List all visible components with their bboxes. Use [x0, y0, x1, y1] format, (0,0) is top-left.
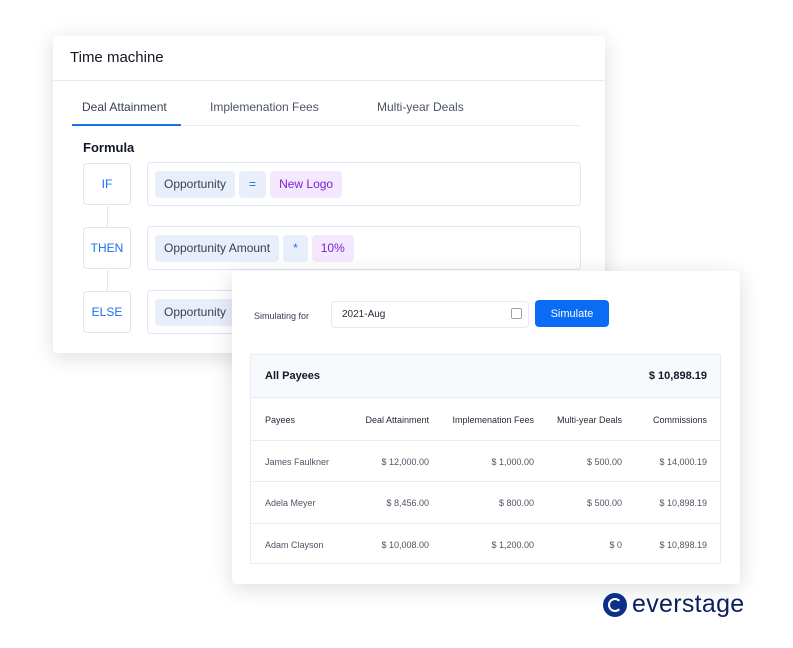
all-payees-total: $ 10,898.19 — [648, 370, 707, 382]
cell: $ 1,000.00 — [491, 456, 534, 467]
all-payees-label: All Payees — [265, 370, 321, 382]
cell: $ 800.00 — [498, 498, 534, 508]
everstage-logo-icon — [603, 592, 627, 617]
cell: $ 8,456.00 — [386, 498, 429, 508]
active-tab-indicator — [72, 124, 181, 126]
if-expression[interactable]: Opportunity = New Logo — [147, 162, 581, 206]
simulation-panel: Simulating for 2021-Aug Simulate All Pay… — [232, 271, 740, 584]
operator-chip[interactable]: * — [283, 234, 308, 262]
cell: $ 10,898.19 — [659, 498, 707, 508]
everstage-logo: everstage — [603, 592, 745, 617]
column-header: Commissions — [652, 414, 707, 425]
column-header: Payees — [265, 414, 296, 425]
cell: $ 12,000.00 — [381, 456, 429, 467]
table-row[interactable]: Adela Meyer $ 8,456.00 $ 800.00 $ 500.00… — [251, 481, 720, 524]
column-header: Multi-year Deals — [556, 414, 622, 425]
simulate-button[interactable]: Simulate — [535, 300, 609, 327]
connector — [107, 206, 108, 227]
value-chip[interactable]: New Logo — [270, 170, 343, 198]
table-header: Payees Deal Attainment Implemenation Fee… — [251, 397, 720, 441]
tab-multi-year-deals[interactable]: Multi-year Deals — [377, 100, 464, 114]
all-payees-row: All Payees $ 10,898.19 — [251, 355, 720, 397]
payee-name: James Faulkner — [265, 456, 330, 467]
payout-table: All Payees $ 10,898.19 Payees Deal Attai… — [250, 354, 721, 564]
cell: $ 500.00 — [586, 498, 622, 508]
value-chip[interactable]: 10% — [311, 234, 354, 262]
cell: $ 500.00 — [586, 456, 622, 467]
brand-name: everstage — [632, 590, 745, 618]
field-chip[interactable]: Opportunity Amount — [155, 234, 280, 262]
tab-implementation-fees[interactable]: Implemenation Fees — [210, 100, 319, 114]
connector — [107, 270, 108, 291]
column-header: Deal Attainment — [365, 414, 429, 425]
table-row[interactable]: Adam Clayson $ 10,008.00 $ 1,200.00 $ 0 … — [251, 523, 720, 565]
if-keyword[interactable]: IF — [83, 163, 131, 205]
tab-deal-attainment[interactable]: Deal Attainment — [82, 100, 167, 114]
payee-name: Adam Clayson — [265, 539, 324, 550]
cell: $ 10,898.19 — [659, 539, 707, 550]
then-keyword[interactable]: THEN — [83, 227, 131, 269]
divider — [53, 80, 605, 81]
table-row[interactable]: James Faulkner $ 12,000.00 $ 1,000.00 $ … — [251, 440, 720, 482]
payee-name: Adela Meyer — [265, 498, 316, 508]
cell: $ 10,008.00 — [381, 539, 429, 550]
cell: $ 14,000.19 — [659, 456, 707, 467]
formula-heading: Formula — [83, 140, 135, 155]
cell: $ 0 — [609, 539, 622, 550]
operator-chip[interactable]: = — [239, 170, 267, 198]
period-input[interactable]: 2021-Aug — [331, 301, 529, 328]
field-chip[interactable]: Opportunity — [155, 298, 236, 326]
calendar-icon[interactable] — [511, 308, 522, 319]
field-chip[interactable]: Opportunity — [155, 170, 236, 198]
simulating-for-label: Simulating for — [254, 311, 310, 321]
panel-title: Time machine — [70, 49, 164, 66]
column-header: Implemenation Fees — [452, 414, 534, 425]
else-keyword[interactable]: ELSE — [83, 291, 131, 333]
period-value: 2021-Aug — [342, 309, 386, 320]
cell: $ 1,200.00 — [491, 539, 534, 550]
then-expression[interactable]: Opportunity Amount * 10% — [147, 226, 581, 270]
